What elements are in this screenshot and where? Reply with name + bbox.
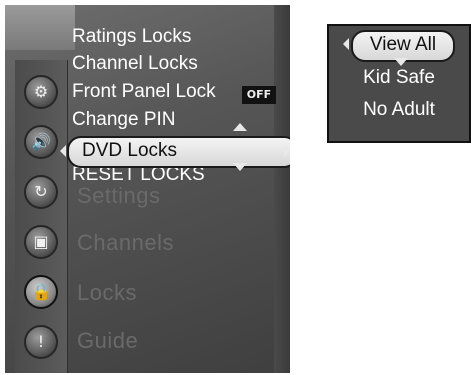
front-panel-off-badge: OFF	[242, 86, 276, 104]
option-no-adult[interactable]: No Adult	[329, 98, 469, 122]
backdrop-decoration	[5, 5, 75, 50]
sidebar: ⚙ 🔊 ↻ ▣ 🔒 !	[15, 60, 68, 373]
scroll-left-arrow-icon[interactable]	[60, 145, 66, 157]
ghost-label-guide: Guide	[77, 328, 139, 353]
menu-item-dvd-locks[interactable]: DVD Locks	[67, 136, 290, 168]
alert-icon[interactable]: !	[24, 325, 58, 359]
ghost-label-channels: Channels	[77, 230, 174, 255]
menu-item-ratings-locks[interactable]: Ratings Locks	[72, 25, 191, 49]
locks-menu-panel: Settings Channels Locks Guide ⚙ 🔊 ↻ ▣ 🔒 …	[5, 5, 290, 373]
dvd-lock-options: View All Kid Safe No Adult	[327, 24, 471, 143]
option-kid-safe[interactable]: Kid Safe	[329, 66, 469, 90]
gear-icon[interactable]: ⚙	[24, 75, 58, 109]
option-view-all-label: View All	[369, 34, 437, 55]
option-down-arrow-icon[interactable]	[394, 58, 408, 66]
option-left-arrow-icon[interactable]	[343, 38, 349, 50]
menu-item-front-panel-lock[interactable]: Front Panel Lock	[72, 80, 216, 104]
ghost-label-locks: Locks	[77, 280, 137, 305]
speaker-icon[interactable]: 🔊	[24, 125, 58, 159]
menu-item-dvd-locks-label: DVD Locks	[82, 140, 178, 161]
refresh-icon[interactable]: ↻	[24, 175, 58, 209]
menu-item-change-pin[interactable]: Change PIN	[72, 108, 176, 132]
scroll-down-arrow-icon[interactable]	[233, 163, 247, 171]
menu-item-channel-locks[interactable]: Channel Locks	[72, 52, 198, 76]
scroll-right-arrow-icon[interactable]	[284, 145, 290, 157]
lock-icon[interactable]: 🔒	[24, 275, 58, 309]
locks-submenu: Ratings Locks Channel Locks Front Panel …	[72, 25, 290, 225]
tv-icon[interactable]: ▣	[24, 225, 58, 259]
scroll-up-arrow-icon[interactable]	[233, 123, 247, 131]
